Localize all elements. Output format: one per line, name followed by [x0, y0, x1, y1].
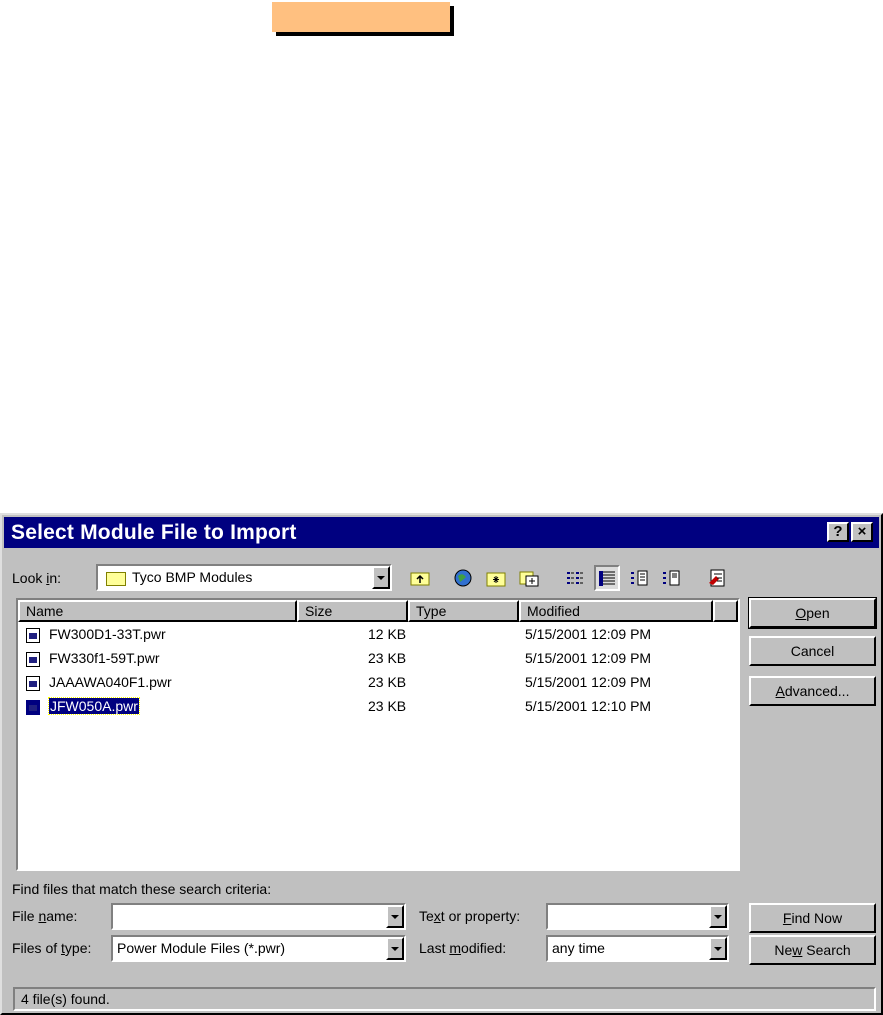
file-icon [26, 676, 40, 691]
file-modified: 5/15/2001 12:09 PM [525, 626, 652, 642]
last-modified-value: any time [552, 940, 605, 956]
cancel-button[interactable]: Cancel [749, 636, 876, 666]
folder-icon [106, 572, 126, 586]
column-header-type[interactable]: Type [408, 600, 519, 622]
dialog-title: Select Module File to Import [11, 521, 297, 544]
commands-icon[interactable] [704, 565, 730, 591]
create-folder-icon[interactable] [483, 565, 509, 591]
file-row[interactable]: FW300D1-33T.pwr 12 KB 5/15/2001 12:09 PM [18, 624, 718, 648]
column-header-modified[interactable]: Modified [519, 600, 713, 622]
file-name: FW330f1-59T.pwr [49, 650, 160, 666]
files-of-type-label: Files of type: [12, 940, 92, 956]
file-name-dropdown-arrow[interactable] [386, 905, 404, 928]
advanced-button[interactable]: Advanced... [749, 676, 876, 706]
files-of-type-combo[interactable]: Power Module Files (*.pwr) [111, 935, 406, 962]
file-size: 12 KB [368, 626, 407, 642]
file-row[interactable]: FW330f1-59T.pwr 23 KB 5/15/2001 12:09 PM [18, 648, 718, 672]
status-bar: 4 file(s) found. [13, 987, 876, 1011]
file-icon [26, 628, 40, 643]
file-icon [26, 652, 40, 667]
file-modified: 5/15/2001 12:10 PM [525, 698, 652, 714]
open-button[interactable]: Open [748, 597, 877, 629]
column-header-filler [713, 600, 738, 622]
properties-view-icon[interactable] [626, 565, 652, 591]
last-modified-combo[interactable]: any time [546, 935, 729, 962]
orange-banner [272, 2, 450, 32]
last-modified-label: Last modified: [419, 940, 507, 956]
look-in-value: Tyco BMP Modules [132, 569, 253, 585]
select-module-dialog: Select Module File to Import ? × Look in… [0, 513, 883, 1015]
find-now-button[interactable]: Find Now [749, 903, 876, 933]
up-folder-icon[interactable] [407, 565, 433, 591]
file-row-selected[interactable]: JFW050A.pwr 23 KB 5/15/2001 12:10 PM [18, 696, 718, 720]
list-view-icon[interactable] [562, 565, 588, 591]
file-modified: 5/15/2001 12:09 PM [525, 674, 652, 690]
file-row[interactable]: JAAAWA040F1.pwr 23 KB 5/15/2001 12:09 PM [18, 672, 718, 696]
search-criteria-label: Find files that match these search crite… [12, 881, 272, 897]
file-name: JAAAWA040F1.pwr [49, 674, 172, 690]
file-modified: 5/15/2001 12:09 PM [525, 650, 652, 666]
preview-view-icon[interactable] [658, 565, 684, 591]
search-web-icon[interactable] [450, 565, 476, 591]
text-property-combo[interactable] [546, 903, 729, 930]
text-property-dropdown-arrow[interactable] [709, 905, 727, 928]
look-in-label: Look in: [12, 570, 62, 586]
help-button[interactable]: ? [827, 522, 849, 542]
title-bar[interactable]: Select Module File to Import ? × [4, 517, 879, 548]
file-name: FW300D1-33T.pwr [49, 626, 166, 642]
close-button[interactable]: × [851, 522, 873, 542]
file-size: 23 KB [368, 650, 407, 666]
column-header-name[interactable]: Name [18, 600, 297, 622]
column-header-size[interactable]: Size [297, 600, 408, 622]
look-in-dropdown-arrow[interactable] [372, 566, 390, 589]
text-property-label: Text or property: [419, 908, 521, 924]
details-view-icon[interactable] [594, 565, 620, 591]
new-search-button[interactable]: New Search [749, 935, 876, 965]
last-modified-dropdown-arrow[interactable] [709, 937, 727, 960]
look-in-combo[interactable]: Tyco BMP Modules [96, 564, 392, 591]
file-size: 23 KB [368, 698, 407, 714]
file-name: JFW050A.pwr [48, 697, 140, 715]
file-name-label: File name: [12, 908, 78, 924]
file-icon [26, 700, 40, 715]
file-list[interactable]: Name Size Type Modified FW300D1-33T.pwr … [16, 598, 740, 871]
file-name-combo[interactable] [111, 903, 406, 930]
files-of-type-dropdown-arrow[interactable] [386, 937, 404, 960]
add-favorites-icon[interactable] [516, 565, 542, 591]
files-of-type-value: Power Module Files (*.pwr) [117, 940, 286, 956]
file-size: 23 KB [368, 674, 407, 690]
